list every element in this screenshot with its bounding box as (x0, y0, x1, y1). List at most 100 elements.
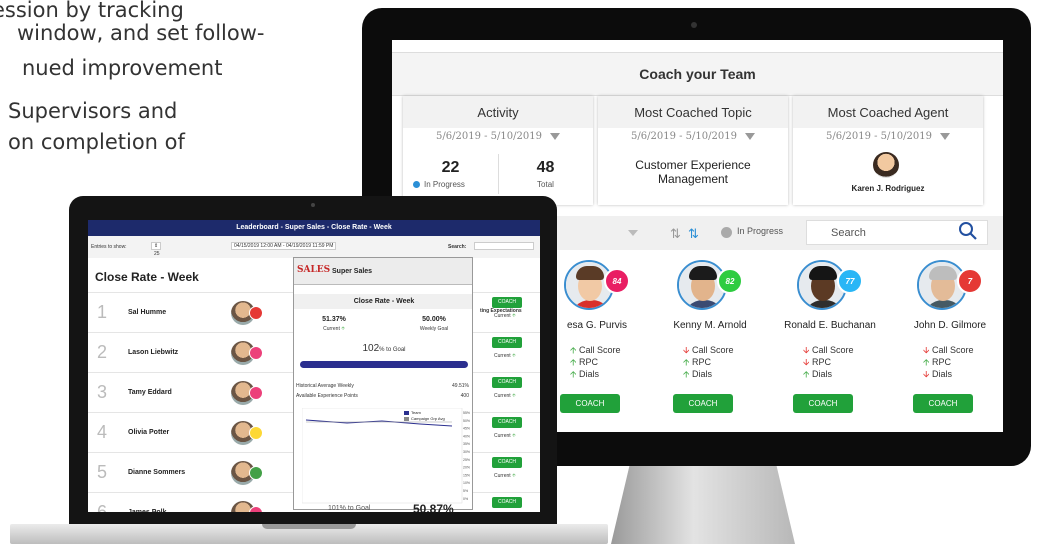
agent-card: 7 John D. Gilmore 🡫 Call Score 🡩 RPC 🡫 Dials… (895, 260, 1003, 420)
marketing-collage: { "intro_lines": ["ession by tracking", … (0, 0, 1040, 544)
metric-item: 🡫 Call Score (923, 345, 974, 355)
metric-item: 🡩 Dials (683, 369, 712, 379)
arrow-up-icon: 🡩 (683, 369, 690, 379)
legend-swatch (404, 410, 409, 415)
page-title: Coach your Team (392, 52, 1003, 96)
metric-item: 🡫 Dials (923, 369, 952, 379)
axis-tick-label: 10% (463, 481, 470, 485)
arrow-up-icon: 🡩 (803, 369, 810, 379)
sort-ascending-icon[interactable]: ⇅ (670, 226, 681, 242)
rank: 4 (97, 422, 108, 442)
coach-button[interactable]: COACH (492, 457, 522, 468)
monitor-stand (611, 466, 795, 544)
score-badge: 84 (604, 268, 630, 294)
metric-item: 🡩 RPC (683, 357, 711, 367)
card-title: Activity (403, 96, 593, 128)
date-range: 5/6/2019 - 5/10/2019 (826, 131, 932, 142)
coach-button[interactable]: COACH (560, 394, 620, 413)
date-range: 5/6/2019 - 5/10/2019 (436, 131, 542, 142)
entries-label: Entries to show: (91, 244, 127, 250)
in-progress-toggle[interactable] (721, 227, 732, 238)
date-range-select[interactable]: 5/6/2019 - 5/10/2019 (793, 128, 983, 146)
trend-chart: 55% 50% 45% 40% 35% 30% 25% 20% 15% 10% 5% 0% (302, 408, 470, 504)
coach-button[interactable]: COACH (492, 377, 522, 388)
score-badge: 7 (957, 268, 983, 294)
axis-tick-label: 25% (463, 458, 470, 462)
coach-button[interactable]: COACH (793, 394, 853, 413)
agent-name: Kenny M. Arnold (673, 320, 747, 331)
rank: 1 (97, 302, 108, 322)
agent-card: 84 esa G. Purvis 🡩 Call Score 🡩 RPC 🡩 Dials C… (542, 260, 652, 420)
webcam-icon (311, 203, 315, 207)
dropdown-arrow-icon[interactable] (628, 230, 638, 236)
coach-button[interactable]: COACH (492, 417, 522, 428)
legend-swatch (404, 416, 409, 421)
entries-select[interactable]: 25 ⇕ (151, 242, 162, 257)
search-icon[interactable] (958, 220, 978, 242)
intro-line: on completion of (8, 130, 185, 154)
dropdown-arrow-icon (549, 133, 560, 140)
agent-card: 77 Ronald E. Buchanan 🡫 Call Score 🡫 RPC 🡩 D… (775, 260, 885, 420)
footer-row: 101% to Goal 50.87% (88, 502, 540, 512)
date-range: 5/6/2019 - 5/10/2019 (631, 131, 737, 142)
agent-name: Ronald E. Buchanan (784, 320, 876, 331)
avatar (873, 152, 899, 178)
score-badge: 82 (717, 268, 743, 294)
legend-item: Campaign Grp Avg (404, 416, 445, 421)
current-label: Current 🡩 (323, 326, 345, 332)
footer-goal: 101% to Goal (328, 505, 371, 512)
coach-button[interactable]: COACH (913, 394, 973, 413)
popup-title: Super Sales (332, 268, 373, 275)
sort-descending-icon[interactable]: ⇅ (688, 226, 699, 242)
coach-button[interactable]: COACH (492, 337, 522, 348)
agent-name: Sal Humme (128, 309, 167, 316)
dropdown-arrow-icon (744, 133, 755, 140)
popup-subtitle: Close Rate - Week (294, 294, 472, 309)
arrow-up-icon: 🡩 (570, 345, 577, 355)
intro-line: nued improvement (22, 56, 223, 80)
date-range-input[interactable]: 04/15/2019 12:00 AM - 04/19/2019 11:59 P… (231, 242, 337, 250)
goal-progress-bar (300, 361, 468, 368)
laptop-notch (262, 524, 356, 529)
arrow-up-icon: 🡩 (512, 473, 516, 479)
coach-button[interactable]: COACH (492, 297, 522, 308)
coach-button[interactable]: COACH (673, 394, 733, 413)
status-label: Current 🡩 (494, 393, 516, 399)
axis-tick-label: 30% (463, 450, 470, 454)
card-title: Most Coached Topic (598, 96, 788, 128)
arrow-up-icon: 🡩 (512, 353, 516, 359)
search-label: Search: (448, 244, 467, 250)
sales-logo: SALES (297, 265, 331, 275)
in-progress-label: In Progress (737, 226, 784, 236)
axis-tick-label: 45% (463, 427, 470, 431)
arrow-down-icon: 🡫 (923, 369, 930, 379)
metric-list: 🡫 Call Score 🡩 RPC 🡫 Dials (923, 344, 974, 380)
total-label: Total (537, 180, 554, 189)
most-coached-topic-card: Most Coached Topic 5/6/2019 - 5/10/2019 … (598, 96, 788, 205)
leaderboard-controls: Entries to show: 25 ⇕ 04/15/2019 12:00 A… (88, 236, 540, 258)
date-range-select[interactable]: 5/6/2019 - 5/10/2019 (598, 128, 788, 146)
agent-name: esa G. Purvis (566, 320, 628, 331)
status-label: Current 🡩 (494, 313, 516, 319)
metric-list: 🡩 Call Score 🡩 RPC 🡩 Dials (570, 344, 621, 380)
search-input[interactable] (474, 242, 534, 250)
axis-tick-label: 50% (463, 419, 470, 423)
hist-label: Historical Average Weekly (296, 383, 354, 389)
total-count: 48 (536, 159, 555, 176)
status-label: Current 🡩 (494, 433, 516, 439)
agent-name: Karen J. Rodriguez (851, 184, 925, 193)
xp-value: 400 (460, 393, 469, 399)
date-range-select[interactable]: 5/6/2019 - 5/10/2019 (403, 128, 593, 146)
score-badge (249, 346, 263, 360)
arrow-up-icon: 🡩 (570, 369, 577, 379)
axis-tick-label: 35% (463, 442, 470, 446)
metric-item: 🡩 Dials (570, 369, 599, 379)
agent-name: John D. Gilmore (913, 320, 987, 331)
score-badge (249, 306, 263, 320)
rank: 2 (97, 342, 108, 362)
axis-tick-label: 20% (463, 466, 470, 470)
agent-name: Dianne Sommers (128, 469, 186, 476)
arrow-up-icon: 🡩 (570, 357, 577, 367)
score-badge (249, 466, 263, 480)
card-title: Most Coached Agent (793, 96, 983, 128)
